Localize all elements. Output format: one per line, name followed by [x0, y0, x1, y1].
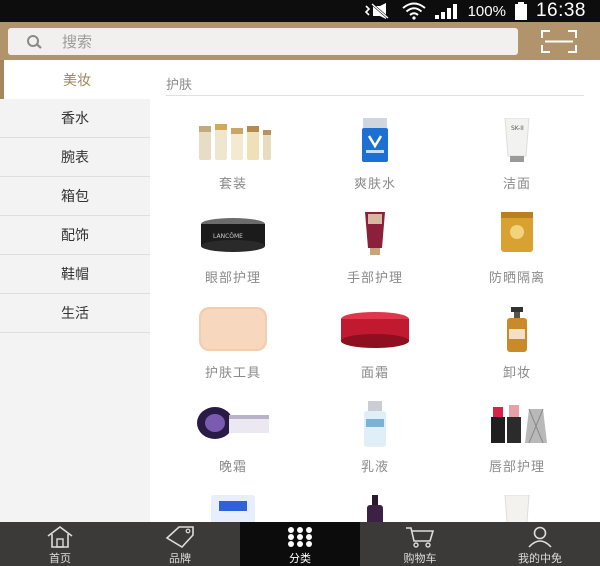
product-category-night-cream[interactable]: 晚霜 — [173, 401, 293, 491]
sidebar-item-bags[interactable]: 箱包 — [0, 177, 150, 216]
tag-icon — [165, 526, 194, 548]
status-icons: 100% 16:38 — [364, 0, 586, 22]
product-category-essence[interactable] — [457, 495, 577, 522]
product-category-makeup-remover[interactable]: 卸妆 — [457, 307, 577, 397]
svg-text:LANCÔME: LANCÔME — [213, 233, 243, 240]
nav-label: 分类 — [289, 552, 311, 565]
product-category-label: 防晒隔离 — [488, 271, 545, 286]
grid-dots-icon — [288, 527, 312, 547]
wifi-icon — [401, 2, 426, 20]
product-category-lotion[interactable]: 乳液 — [315, 401, 435, 491]
nav-label: 首页 — [49, 552, 71, 565]
product-category-label: 眼部护理 — [204, 271, 261, 286]
nav-label: 我的中免 — [518, 552, 562, 565]
product-category-sets[interactable]: 套装 — [173, 118, 293, 208]
product-category-lip-care[interactable]: 唇部护理 — [457, 401, 577, 491]
user-icon — [528, 526, 552, 548]
cart-icon — [406, 527, 435, 548]
product-category-label: 洁面 — [502, 177, 531, 192]
svg-text:SK-II: SK-II — [511, 125, 524, 132]
product-category-toner[interactable]: 爽肤水 — [315, 118, 435, 208]
sunscreen-bottle-image — [501, 212, 533, 252]
nav-item-categories[interactable]: 分类 — [240, 522, 360, 566]
nav-item-cart[interactable]: 购物车 — [360, 522, 480, 566]
home-icon — [47, 526, 73, 548]
category-sidebar: 美妆 香水 腕表 箱包 配饰 鞋帽 生活 — [0, 60, 150, 522]
sidebar-item-label: 腕表 — [61, 150, 89, 166]
nav-label: 品牌 — [169, 552, 191, 565]
hand-cream-tube-image — [365, 212, 385, 255]
scan-icon[interactable] — [541, 30, 577, 53]
product-category-panel: 护肤 套装 爽肤水 SK-II 洁面 LANCÔME 眼部护理 手部护理 防晒隔… — [150, 60, 600, 522]
sidebar-item-label: 香水 — [61, 111, 89, 127]
section-title: 护肤 — [166, 78, 193, 93]
cleanser-tube-image: SK-II — [504, 118, 530, 162]
eye-cream-jar-image: LANCÔME — [201, 218, 265, 252]
sidebar-item-label: 美妆 — [63, 72, 91, 89]
product-category-label: 卸妆 — [502, 366, 531, 381]
sidebar-item-shoes-hats[interactable]: 鞋帽 — [0, 255, 150, 294]
product-category-eye-care[interactable]: LANCÔME 眼部护理 — [173, 212, 293, 302]
product-category-label: 护肤工具 — [204, 366, 261, 381]
product-category-label: 套装 — [218, 177, 247, 192]
product-category-label: 唇部护理 — [488, 460, 545, 475]
night-cream-jar-image — [197, 407, 269, 439]
lotion-bottle-image — [364, 401, 386, 447]
battery-icon — [514, 2, 527, 20]
serum-bottle-image — [367, 495, 383, 522]
product-category-label: 乳液 — [360, 460, 389, 475]
battery-percent: 100% — [467, 2, 506, 20]
search-input[interactable] — [62, 31, 502, 52]
face-cream-jar-image — [341, 312, 409, 348]
sidebar-item-label: 配饰 — [61, 228, 89, 244]
lipstick-set-image — [491, 405, 547, 444]
product-category-hand-care[interactable]: 手部护理 — [315, 212, 435, 302]
signal-icon — [434, 4, 457, 19]
search-icon — [27, 35, 42, 49]
product-category-label: 爽肤水 — [353, 177, 396, 192]
product-category-skincare-tools[interactable]: 护肤工具 — [173, 307, 293, 397]
status-bar: 100% 16:38 — [0, 0, 600, 22]
section-divider — [166, 95, 584, 96]
product-category-masks[interactable] — [173, 495, 293, 522]
nav-item-home[interactable]: 首页 — [0, 522, 120, 566]
cleansing-oil-bottle-image — [507, 307, 527, 352]
product-category-face-cream[interactable]: 面霜 — [315, 307, 435, 397]
mute-vibrate-icon — [364, 3, 389, 19]
product-category-label: 面霜 — [360, 366, 389, 381]
nav-item-my-account[interactable]: 我的中免 — [480, 522, 600, 566]
nav-label: 购物车 — [403, 552, 437, 565]
skincare-set-image — [199, 124, 271, 160]
mask-pack-image — [211, 495, 255, 522]
sidebar-item-watches[interactable]: 腕表 — [0, 138, 150, 177]
sidebar-item-label: 箱包 — [61, 189, 89, 205]
product-category-label: 手部护理 — [346, 271, 403, 286]
sidebar-item-lifestyle[interactable]: 生活 — [0, 294, 150, 333]
nav-item-brands[interactable]: 品牌 — [120, 522, 240, 566]
sidebar-item-label: 鞋帽 — [61, 267, 89, 283]
header-bar — [0, 22, 600, 60]
clock: 16:38 — [535, 0, 586, 21]
search-bar[interactable] — [8, 28, 518, 55]
product-category-label: 晚霜 — [218, 460, 247, 475]
product-category-serum[interactable] — [315, 495, 435, 522]
sidebar-item-beauty[interactable]: 美妆 — [0, 60, 150, 99]
product-category-cleanser[interactable]: SK-II 洁面 — [457, 118, 577, 208]
sidebar-item-accessories[interactable]: 配饰 — [0, 216, 150, 255]
sponge-image — [199, 307, 267, 351]
bottom-navigation: 首页 品牌 分类 购物车 我的中免 — [0, 522, 600, 566]
essence-tube-image — [504, 495, 530, 522]
toner-bottle-image — [362, 118, 388, 162]
sidebar-item-label: 生活 — [61, 306, 89, 322]
sidebar-item-perfume[interactable]: 香水 — [0, 99, 150, 138]
product-category-sunscreen[interactable]: 防晒隔离 — [457, 212, 577, 302]
